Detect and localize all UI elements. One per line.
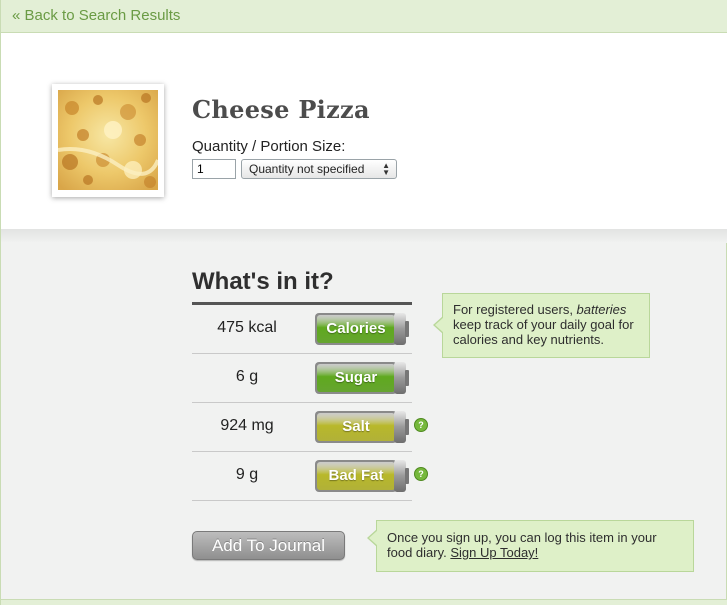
battery-gauge-sugar: Sugar [314,360,410,396]
nutrition-value: 9 g [235,466,259,483]
back-to-search-link[interactable]: « Back to Search Results [12,7,180,24]
nutrition-heading: What's in it? [192,268,334,295]
portion-size-select[interactable]: Quantity not specified ▲ ▼ [241,159,397,179]
help-question-icon[interactable]: ? [414,467,428,481]
nutrition-value: 6 g [235,368,259,385]
battery-label: Bad Fat [328,467,384,484]
battery-gauge-calories: Calories [314,311,410,347]
help-question-icon[interactable]: ? [414,418,428,432]
callout-text-start: For registered users, [453,302,577,317]
batteries-info-callout: For registered users, batteries keep tra… [433,293,650,358]
nutrition-row: 9 g Bad Fat [192,452,412,501]
callout-text-emphasis: batteries [576,302,627,317]
callout-text-end: keep track of your daily goal for calori… [453,317,634,347]
quantity-input[interactable] [192,159,236,179]
battery-label: Salt [342,418,370,435]
nutrition-value: 475 kcal [217,319,277,336]
food-thumbnail [52,84,164,197]
add-to-journal-button[interactable]: Add To Journal [192,531,345,560]
nutrition-value: 924 mg [220,417,274,434]
section-divider [1,229,727,243]
select-arrows-icon: ▲ ▼ [382,161,390,177]
nutrition-row: 475 kcal Calories [192,305,412,354]
battery-label: Sugar [334,369,378,386]
battery-gauge-salt: Salt [314,409,410,445]
pizza-photo-icon [58,90,158,190]
signup-callout: Once you sign up, you can log this item … [367,520,694,572]
page-frame: « Back to Search Results Cheese Pizza Qu… [0,0,727,605]
top-navigation-bar: « Back to Search Results [1,0,727,33]
food-title: Cheese Pizza [192,95,370,124]
sign-up-link[interactable]: Sign Up Today! [450,545,538,560]
bottom-bar [1,599,727,605]
nutrition-row: 924 mg Salt [192,403,412,452]
portion-size-selected: Quantity not specified [249,162,365,176]
battery-gauge-bad-fat: Bad Fat [314,458,410,494]
battery-label: Calories [326,320,386,337]
callout-pointer-fill [369,530,378,546]
nutrition-row: 6 g Sugar [192,354,412,403]
callout-pointer-fill [435,317,444,333]
quantity-label: Quantity / Portion Size: [192,138,346,155]
